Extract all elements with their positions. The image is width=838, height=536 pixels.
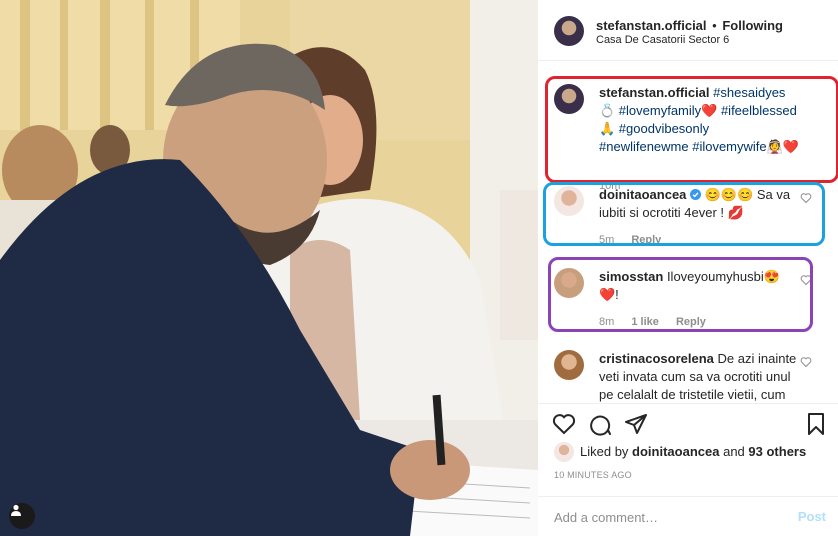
author-avatar[interactable] (554, 16, 584, 46)
liker-avatar[interactable] (554, 442, 574, 462)
add-comment-bar: Post (538, 496, 838, 536)
comment-time[interactable]: 8m (599, 316, 614, 328)
verified-badge-icon (690, 189, 702, 200)
bookmark-icon[interactable] (804, 412, 828, 436)
like-button[interactable] (552, 412, 576, 436)
heart-outline-icon[interactable] (800, 192, 812, 204)
comment-username[interactable]: simosstan (599, 269, 663, 284)
post-timestamp[interactable]: 10 MINUTES AGO (554, 470, 632, 480)
likes-summary: Liked by doinitaoancea and 93 others (554, 441, 834, 463)
post-actions (538, 403, 838, 439)
commenter-avatar[interactable] (554, 350, 584, 380)
paper-plane-icon[interactable] (624, 412, 648, 436)
reply-button[interactable]: Reply (676, 316, 706, 328)
likes-text: Liked by doinitaoancea and 93 others (580, 444, 806, 459)
comment-button[interactable] (588, 412, 612, 436)
speech-bubble-icon[interactable] (588, 412, 612, 436)
likes-conj: and (723, 444, 745, 459)
heart-outline-icon[interactable] (800, 356, 812, 368)
share-button[interactable] (624, 412, 648, 436)
comment-username[interactable]: cristinacosorelena (599, 351, 714, 366)
likes-count[interactable]: 1 like (631, 316, 659, 328)
user-tag-icon[interactable] (9, 503, 35, 529)
comment-body: simosstan Iloveyoumyhusbi😍 ❤️! (599, 268, 799, 304)
author-line: stefanstan.official • Following (596, 18, 783, 33)
post-side-panel: stefanstan.official • Following Casa De … (538, 0, 838, 536)
heart-outline-icon[interactable] (800, 274, 812, 286)
caption-avatar[interactable] (554, 84, 584, 114)
comment-time[interactable]: 5m (599, 234, 614, 246)
commenter-avatar[interactable] (554, 268, 584, 298)
save-button[interactable] (804, 412, 828, 436)
post-header: stefanstan.official • Following Casa De … (538, 0, 838, 61)
author-username[interactable]: stefanstan.official (596, 18, 707, 33)
separator-dot: • (712, 18, 717, 33)
post-location[interactable]: Casa De Casatorii Sector 6 (596, 34, 729, 46)
reply-button[interactable]: Reply (631, 234, 661, 246)
post-comment-button[interactable]: Post (798, 509, 826, 524)
liker-username[interactable]: doinitaoancea (632, 444, 719, 459)
comment-body: cristinacosorelena De azi inainte veti i… (599, 350, 799, 402)
following-button[interactable]: Following (722, 18, 783, 33)
comments-list[interactable]: stefanstan.official #shesaidyes💍 #lovemy… (538, 62, 838, 402)
wedding-photo-illustration (0, 0, 538, 536)
commenter-avatar[interactable] (554, 186, 584, 216)
post-photo[interactable] (0, 0, 538, 536)
heart-outline-icon[interactable] (552, 412, 576, 436)
likes-prefix: Liked by (580, 444, 629, 459)
comment-meta: 5m Reply (599, 234, 675, 246)
likes-others-link[interactable]: 93 others (748, 444, 806, 459)
comment-username[interactable]: doinitaoancea (599, 187, 686, 202)
caption-body: stefanstan.official #shesaidyes💍 #lovemy… (599, 84, 799, 156)
caption-username[interactable]: stefanstan.official (599, 85, 710, 100)
comment-body: doinitaoancea 😊😊😊 Sa va iubiti si ocroti… (599, 186, 799, 222)
comment-meta: 8m 1 like Reply (599, 316, 720, 328)
add-comment-input[interactable] (554, 507, 784, 527)
